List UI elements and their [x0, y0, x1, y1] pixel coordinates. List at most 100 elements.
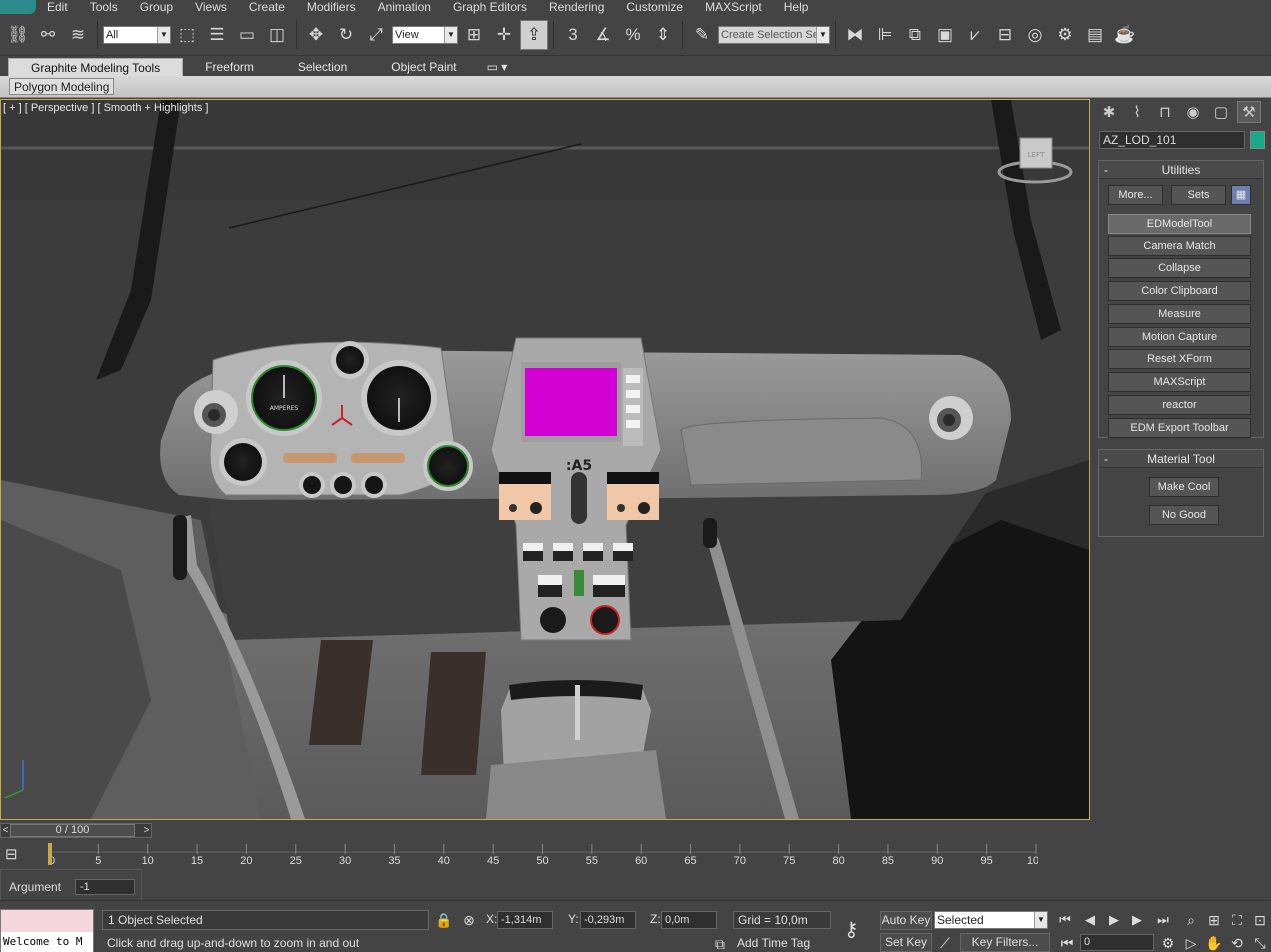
display-panel-icon[interactable]: ▢ — [1209, 101, 1233, 123]
add-time-tag-button[interactable]: Add Time Tag — [733, 935, 843, 952]
key-mode-toggle-icon[interactable]: ⏮ — [1056, 933, 1078, 952]
listener-output[interactable]: Welcome to M — [1, 932, 93, 952]
utility-edm-export-toolbar-button[interactable]: EDM Export Toolbar — [1108, 418, 1251, 438]
edit-named-selection-icon[interactable]: ✎ — [688, 20, 716, 50]
keyboard-shortcut-override-icon[interactable]: ⇪ — [520, 19, 548, 50]
angle-snap-icon[interactable]: ∡ — [589, 20, 617, 50]
orbit-icon[interactable]: ⟲ — [1226, 933, 1248, 952]
utility-collapse-button[interactable]: Collapse — [1108, 258, 1251, 278]
menu-customize[interactable]: Customize — [615, 0, 694, 14]
utilities-panel-icon[interactable]: ⚒ — [1237, 101, 1261, 123]
auto-key-button[interactable]: Auto Key — [880, 911, 932, 930]
pan-view-icon[interactable]: ✋ — [1203, 933, 1225, 952]
select-manipulate-icon[interactable]: ✛ — [490, 20, 518, 50]
make-cool-button[interactable]: Make Cool — [1149, 477, 1219, 497]
tab-object-paint[interactable]: Object Paint — [369, 58, 478, 76]
app-logo-button[interactable] — [0, 0, 36, 14]
menu-help[interactable]: Help — [773, 0, 820, 14]
zoom-extents-all-icon[interactable]: ⊡ — [1249, 910, 1271, 930]
reference-coord-dropdown[interactable]: View ▼ — [392, 25, 458, 44]
select-object-icon[interactable]: ⬚ — [173, 20, 201, 50]
move-icon[interactable]: ✥ — [302, 20, 330, 50]
unlink-icon[interactable]: ⚯ — [34, 20, 62, 50]
graphite-toggle-icon[interactable]: ▣ — [931, 20, 959, 50]
maximize-viewport-icon[interactable]: ⤡ — [1249, 933, 1271, 952]
modify-panel-icon[interactable]: ⌇ — [1125, 101, 1149, 123]
more-button[interactable]: More... — [1108, 185, 1163, 205]
time-slider-prev-button[interactable]: < — [1, 824, 10, 837]
object-color-swatch[interactable] — [1250, 131, 1265, 149]
rotate-icon[interactable]: ↻ — [332, 20, 360, 50]
mini-curve-editor-icon[interactable]: ⊟ — [5, 845, 27, 865]
current-frame-field[interactable]: 0 — [1080, 934, 1154, 951]
menu-create[interactable]: Create — [238, 0, 296, 14]
set-key-button[interactable]: Set Key — [880, 933, 932, 952]
layer-manager-icon[interactable]: ⧉ — [901, 20, 929, 50]
viewport-label[interactable]: [ + ] [ Perspective ] [ Smooth + Highlig… — [3, 102, 208, 114]
perspective-viewport[interactable]: AMPERES :A5 LEFT [+] [Perspective] [… — [0, 99, 1090, 820]
z-coordinate-field[interactable]: 0,0m — [661, 911, 717, 929]
selection-filter-dropdown[interactable]: All ▼ — [103, 25, 171, 44]
menu-group[interactable]: Group — [129, 0, 184, 14]
ribbon-options-icon[interactable]: ▭ ▾ — [479, 58, 516, 76]
argument-spinner[interactable]: -1 — [75, 879, 135, 895]
go-to-start-icon[interactable]: ⏮ — [1054, 910, 1076, 930]
absolute-mode-icon[interactable]: ⊗ — [458, 910, 480, 930]
time-configuration-icon[interactable]: ⚙ — [1157, 933, 1179, 952]
default-tangent-icon[interactable]: ⟋ — [934, 933, 956, 952]
key-filters-button[interactable]: Key Filters... — [960, 933, 1050, 952]
utilities-rollout-header[interactable]: - Utilities — [1099, 161, 1263, 179]
utility-motion-capture-button[interactable]: Motion Capture — [1108, 327, 1251, 347]
utility-maxscript-button[interactable]: MAXScript — [1108, 372, 1251, 392]
hierarchy-panel-icon[interactable]: ⊓ — [1153, 101, 1177, 123]
render-setup-icon[interactable]: ⚙ — [1051, 20, 1079, 50]
tab-graphite-modeling-tools[interactable]: Graphite Modeling Tools — [8, 58, 184, 76]
set-key-mode-icon[interactable]: ⚷ — [844, 917, 859, 942]
utility-reactor-button[interactable]: reactor — [1108, 395, 1251, 415]
time-slider-thumb[interactable]: 0 / 100 — [10, 824, 135, 837]
utility-color-clipboard-button[interactable]: Color Clipboard — [1108, 281, 1251, 301]
go-to-end-icon[interactable]: ⏭ — [1152, 910, 1174, 930]
motion-panel-icon[interactable]: ◉ — [1181, 101, 1205, 123]
menu-views[interactable]: Views — [184, 0, 238, 14]
create-panel-icon[interactable]: ✱ — [1097, 101, 1121, 123]
snaps-toggle-icon[interactable]: 3 — [559, 20, 587, 50]
sets-button[interactable]: Sets — [1171, 185, 1226, 205]
rendered-frame-icon[interactable]: ▤ — [1081, 20, 1109, 50]
tab-selection[interactable]: Selection — [276, 58, 369, 76]
lock-icon[interactable]: 🔒 — [433, 910, 455, 930]
menu-graph-editors[interactable]: Graph Editors — [442, 0, 538, 14]
spinner-snap-icon[interactable]: ⇕ — [649, 20, 677, 50]
material-editor-icon[interactable]: ◎ — [1021, 20, 1049, 50]
utility-edmodeltool-button[interactable]: EDModelTool — [1108, 214, 1251, 234]
time-slider-track[interactable]: < 0 / 100 > — [0, 823, 152, 838]
zoom-all-icon[interactable]: ⊞ — [1203, 910, 1225, 930]
maxscript-listener[interactable]: Welcome to M — [0, 909, 94, 952]
menu-modifiers[interactable]: Modifiers — [296, 0, 367, 14]
trackbar-ruler[interactable]: 0 5 10 15 20 25 30 35 40 45 50 55 60 65 70 75 80 85 90 95 10… — [48, 842, 1038, 868]
menu-animation[interactable]: Animation — [367, 0, 442, 14]
x-coordinate-field[interactable]: -1,314m — [497, 911, 553, 929]
link-icon[interactable]: ⛓ — [4, 20, 32, 50]
listener-macro-area[interactable] — [1, 910, 93, 932]
object-name-field[interactable]: AZ_LOD_101 — [1099, 131, 1245, 149]
utility-reset-xform-button[interactable]: Reset XForm — [1108, 349, 1251, 369]
time-slider-next-button[interactable]: > — [142, 824, 151, 837]
zoom-icon[interactable]: ⌕ — [1180, 910, 1202, 930]
field-of-view-icon[interactable]: ▷ — [1180, 933, 1202, 952]
named-selection-field[interactable]: Create Selection Se ▼ — [718, 25, 830, 44]
scale-icon[interactable]: ⤢ — [362, 20, 390, 50]
material-tool-rollout-header[interactable]: - Material Tool — [1099, 450, 1263, 468]
utility-measure-button[interactable]: Measure — [1108, 304, 1251, 324]
window-crossing-icon[interactable]: ◫ — [263, 20, 291, 50]
utility-camera-match-button[interactable]: Camera Match — [1108, 236, 1251, 256]
menu-maxscript[interactable]: MAXScript — [694, 0, 773, 14]
schematic-view-icon[interactable]: ⊟ — [991, 20, 1019, 50]
select-by-name-icon[interactable]: ☰ — [203, 20, 231, 50]
zoom-extents-icon[interactable]: ⛶ — [1226, 910, 1248, 930]
time-tag-icon[interactable]: ⧉ — [709, 934, 731, 952]
align-icon[interactable]: ⊫ — [871, 20, 899, 50]
tab-freeform[interactable]: Freeform — [183, 58, 276, 76]
key-mode-dropdown[interactable]: Selected ▼ — [934, 911, 1048, 929]
previous-frame-icon[interactable]: ◀ — [1079, 910, 1101, 930]
